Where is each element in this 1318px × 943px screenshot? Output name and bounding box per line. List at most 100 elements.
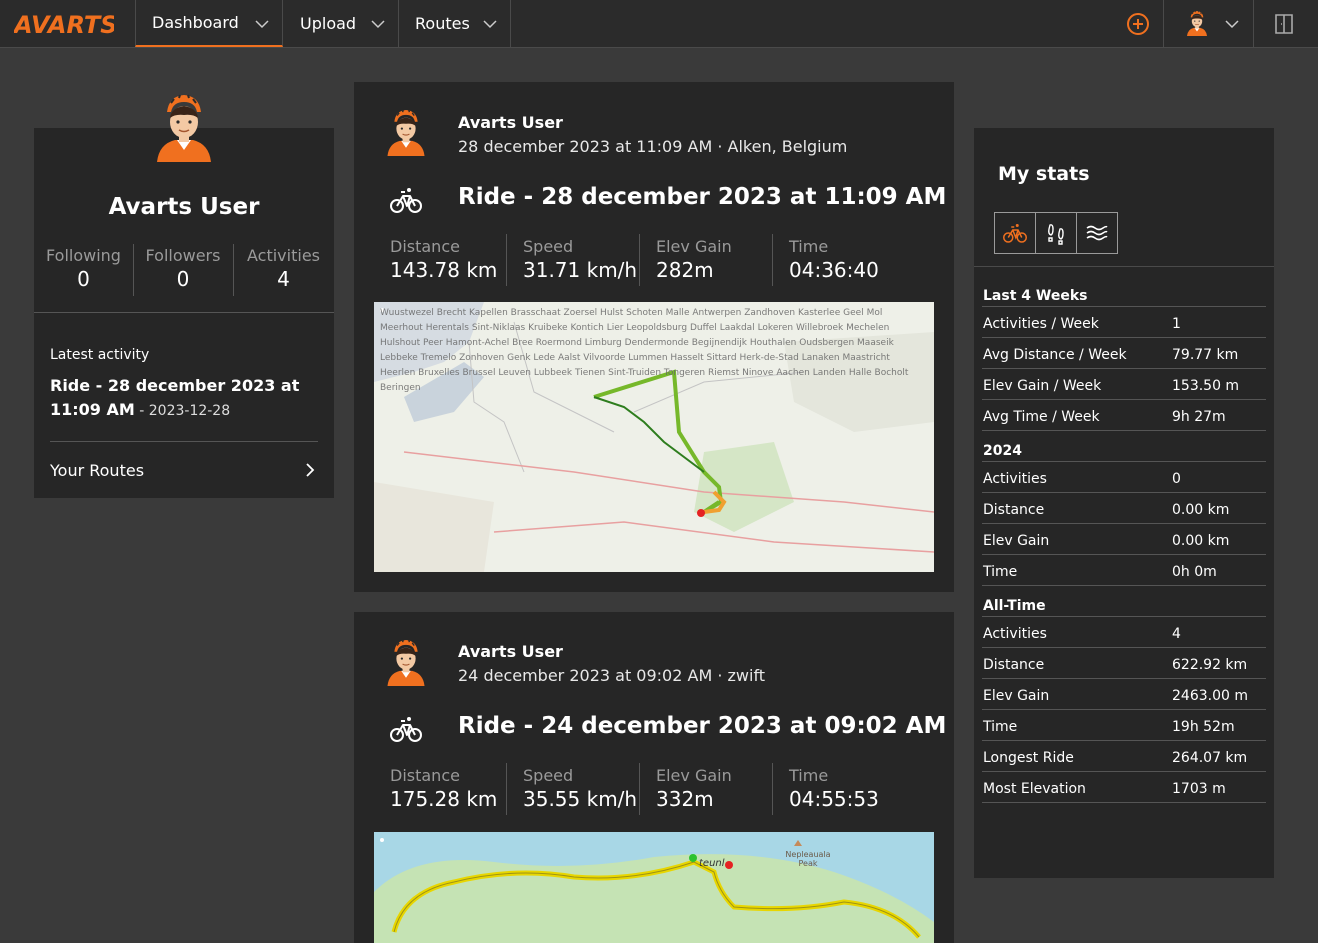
stat-value: 175.28 km xyxy=(390,787,498,811)
map-label: Nepleauala Peak xyxy=(785,850,831,868)
map-label: Tienen xyxy=(575,368,606,378)
tab-dashboard[interactable]: Dashboard xyxy=(135,0,283,47)
latest-activity-label: Latest activity xyxy=(50,347,150,363)
tab-upload[interactable]: Upload xyxy=(284,0,399,47)
map-label: Herentals xyxy=(425,323,469,333)
avatar[interactable] xyxy=(382,638,430,686)
stat-distance: Distance 143.78 km xyxy=(390,237,497,282)
map-label: Dendermonde xyxy=(624,338,689,348)
activity-meta: 24 december 2023 at 09:02 AM · zwift xyxy=(458,666,766,685)
avatar[interactable] xyxy=(382,108,430,156)
stats-value: 4 xyxy=(1172,626,1181,642)
map-label: Halle xyxy=(848,368,872,378)
stats-key: Time xyxy=(983,719,1018,735)
stat-value: 04:36:40 xyxy=(789,258,879,282)
map-label: Bocholt xyxy=(874,368,909,378)
map-label: Wuustwezel xyxy=(380,308,434,318)
stats-key: Elev Gain / Week xyxy=(983,378,1102,394)
user-menu[interactable] xyxy=(1163,0,1253,47)
stats-row: Time 0h 0m xyxy=(982,555,1266,586)
map-label: Bree xyxy=(512,338,533,348)
map-label: Hulst xyxy=(600,308,624,318)
map-label: Kruibeke xyxy=(528,323,568,333)
activity-title[interactable]: Ride - 24 december 2023 at 09:02 AM xyxy=(458,713,946,739)
stats-key: Elev Gain xyxy=(983,533,1050,549)
divider xyxy=(639,234,640,286)
stats-title: My stats xyxy=(998,163,1090,185)
map-label: Brecht xyxy=(436,308,467,318)
your-routes-link[interactable]: Your Routes xyxy=(50,458,318,482)
stat-time: Time 04:55:53 xyxy=(789,766,879,811)
stat-value: 332m xyxy=(656,787,714,811)
map-label: Sittard xyxy=(706,353,737,363)
logout-button[interactable] xyxy=(1253,0,1318,47)
divider xyxy=(772,763,773,815)
stat-elev-gain: Elev Gain 282m xyxy=(656,237,732,282)
stats-row: Activities 0 xyxy=(982,462,1266,493)
bike-icon xyxy=(390,184,422,216)
stat-value: 143.78 km xyxy=(390,258,498,282)
activity-user-name[interactable]: Avarts User xyxy=(458,642,563,661)
tab-routes[interactable]: Routes xyxy=(399,0,511,47)
stats-key: Distance xyxy=(983,502,1045,518)
map-label: Herk-de-Stad xyxy=(739,353,799,363)
stat-label: Distance xyxy=(390,237,460,256)
chevron-down-icon xyxy=(482,16,498,32)
chevron-down-icon xyxy=(370,16,386,32)
map-label: Mol xyxy=(866,308,883,318)
chevron-down-icon xyxy=(1224,16,1240,32)
map-label: Leuven xyxy=(498,368,531,378)
tab-label: Dashboard xyxy=(152,13,239,32)
stats-row: Most Elevation 1703 m xyxy=(982,772,1266,803)
sport-toggle-swim[interactable] xyxy=(1076,212,1118,254)
map-label: Kontich xyxy=(570,323,604,333)
map-label: Zandhoven xyxy=(744,308,796,318)
add-circle-icon[interactable] xyxy=(1126,12,1150,36)
profile-avatar[interactable] xyxy=(149,92,219,162)
map-label: Aalst xyxy=(557,353,581,363)
followers-stat[interactable]: Followers 0 xyxy=(133,246,233,291)
stat-elev-gain: Elev Gain 332m xyxy=(656,766,732,811)
map-label: Hulshout xyxy=(380,338,421,348)
chevron-down-icon xyxy=(254,16,270,32)
profile-name: Avarts User xyxy=(108,194,260,220)
stats-value: 9h 27m xyxy=(1172,409,1226,425)
route-map[interactable]: Nepleauala Peak teunl xyxy=(374,832,934,943)
stats-key: Activities / Week xyxy=(983,316,1099,332)
map-label: Laakdal xyxy=(719,323,755,333)
latest-activity-date: - 2023-12-28 xyxy=(134,403,231,419)
stats-row: Distance 0.00 km xyxy=(982,493,1266,524)
profile-card: Avarts User Following 0 Followers 0 Acti… xyxy=(34,128,334,498)
followers-label: Followers xyxy=(145,246,221,265)
map-label: Kapellen xyxy=(469,308,508,318)
sport-toggle-ride[interactable] xyxy=(994,212,1036,254)
activity-card: Avarts User 28 december 2023 at 11:09 AM… xyxy=(354,82,954,592)
stats-value: 264.07 km xyxy=(1172,750,1248,766)
activity-title[interactable]: Ride - 28 december 2023 at 11:09 AM xyxy=(458,184,946,210)
stat-label: Time xyxy=(789,766,829,785)
divider xyxy=(772,234,773,286)
stats-value: 1703 m xyxy=(1172,781,1226,797)
stats-value: 0h 0m xyxy=(1172,564,1217,580)
activities-stat[interactable]: Activities 4 xyxy=(233,246,334,291)
following-count: 0 xyxy=(77,267,90,291)
following-stat[interactable]: Following 0 xyxy=(34,246,133,291)
map-label: Lanaken xyxy=(801,353,840,363)
sport-toggle-run[interactable] xyxy=(1035,212,1077,254)
bike-icon xyxy=(1003,224,1027,243)
map-label: Maaseik xyxy=(857,338,894,348)
stat-value: 35.55 km/h xyxy=(523,787,638,811)
activity-user-name[interactable]: Avarts User xyxy=(458,113,563,132)
route-map-drawing xyxy=(374,838,934,943)
map-label: Brussel xyxy=(462,368,496,378)
map-label: Landen xyxy=(812,368,846,378)
route-map[interactable]: Wuustwezel Brecht Kapellen Brasschaat Zo… xyxy=(374,302,934,572)
latest-activity[interactable]: Ride - 28 december 2023 at 11:09 AM - 20… xyxy=(50,374,320,423)
map-label: Leopoldsburg xyxy=(626,323,688,333)
divider xyxy=(506,763,507,815)
divider xyxy=(974,266,1274,267)
avarts-logo[interactable]: AVARTS xyxy=(14,12,114,36)
stats-section-heading: All-Time xyxy=(983,598,1046,614)
chevron-right-icon xyxy=(306,463,315,477)
map-label: Aachen xyxy=(776,368,810,378)
